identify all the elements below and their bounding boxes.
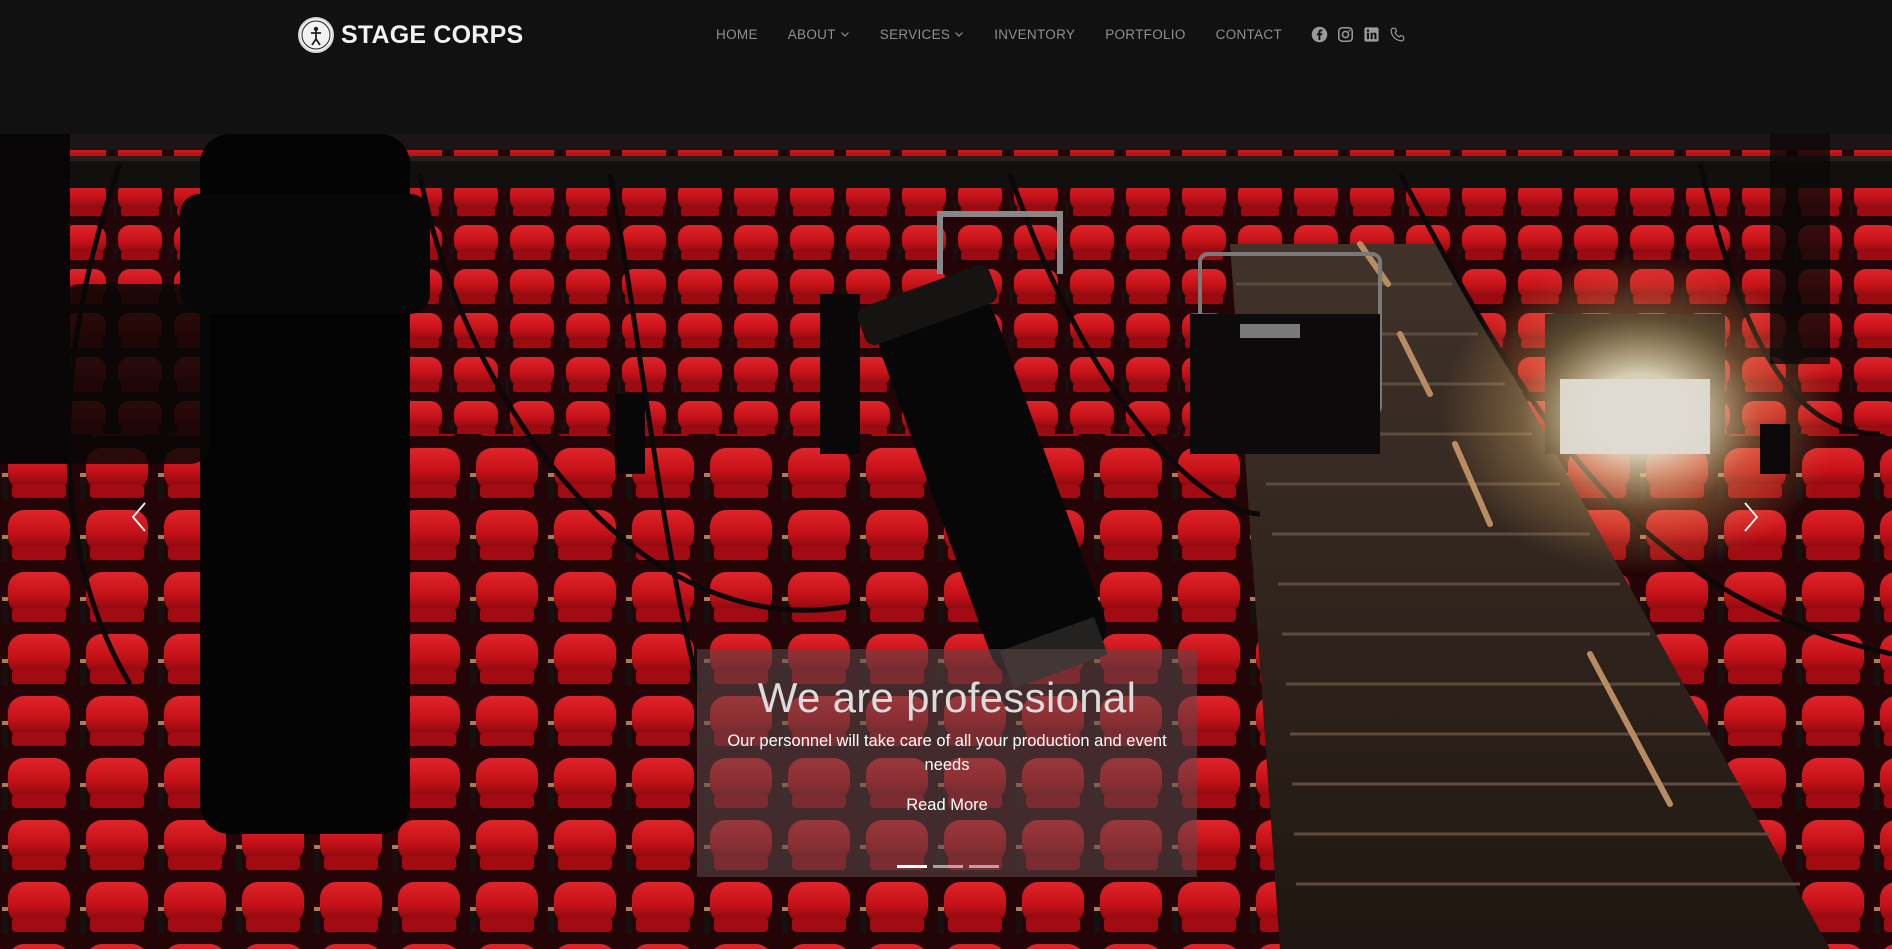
linkedin-icon[interactable] [1362,25,1380,43]
facebook-icon[interactable] [1310,25,1328,43]
main-nav: HOME ABOUT SERVICES INVENTORY PORTFOLIO … [716,24,1406,44]
carousel-caption: We are professional Our personnel will t… [697,649,1197,877]
brand-link[interactable]: STAGE CORPS [298,16,523,54]
nav-item-inventory[interactable]: INVENTORY [994,27,1075,42]
social-links [1310,25,1406,43]
caption-text: Our personnel will take care of all your… [727,732,1167,774]
nav-item-label: INVENTORY [994,26,1076,42]
read-more-button[interactable]: Read More [887,793,1007,817]
instagram-icon[interactable] [1336,25,1354,43]
nav-item-portfolio[interactable]: PORTFOLIO [1105,27,1185,42]
carousel-indicator-3[interactable] [969,865,999,868]
nav-item-home[interactable]: HOME [716,27,758,42]
nav-item-label: SERVICES [879,26,951,42]
chevron-down-icon [955,32,964,37]
carousel-indicator-2[interactable] [933,865,963,868]
carousel-indicators [894,865,1002,868]
nav-item-about[interactable]: ABOUT [788,27,850,42]
chevron-right-icon [1744,502,1759,532]
chevron-down-icon [840,32,849,37]
caption-title: We are professional [757,674,1137,721]
nav-item-label: HOME [716,26,758,42]
carousel-prev-button[interactable] [125,492,153,542]
brand-name: STAGE CORPS [341,20,524,49]
nav-item-label: CONTACT [1215,26,1282,42]
carousel-next-button[interactable] [1737,492,1765,542]
hero-carousel: We are professional Our personnel will t… [0,134,1892,949]
chevron-left-icon [131,502,146,532]
phone-icon[interactable] [1388,25,1406,43]
site-header: STAGE CORPS HOME ABOUT SERVICES INVENTOR… [0,0,1892,134]
carousel-indicator-1[interactable] [897,865,927,868]
nav-item-contact[interactable]: CONTACT [1216,27,1282,42]
nav-item-services[interactable]: SERVICES [880,27,964,42]
nav-item-label: PORTFOLIO [1105,26,1186,42]
stage-corps-logo-icon [298,17,334,53]
nav-item-label: ABOUT [787,26,836,42]
